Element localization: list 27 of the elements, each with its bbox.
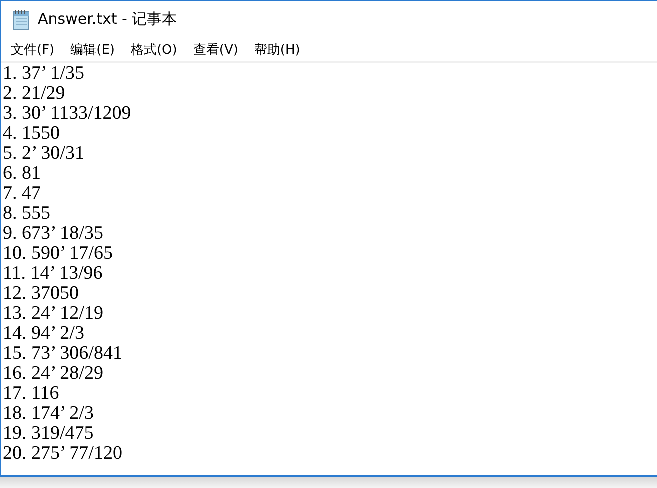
text-line: 9. 673’ 18/35 <box>3 224 104 244</box>
text-line: 12. 37050 <box>3 284 79 304</box>
text-line: 16. 24’ 28/29 <box>3 364 104 384</box>
notepad-icon <box>12 8 32 30</box>
text-line: 10. 590’ 17/65 <box>3 244 113 264</box>
menu-item[interactable]: 格式(O) <box>130 40 178 58</box>
text-line: 6. 81 <box>3 164 41 184</box>
text-line: 17. 116 <box>3 384 60 404</box>
text-line: 5. 2’ 30/31 <box>3 144 84 164</box>
text-line: 8. 555 <box>3 204 50 224</box>
text-line: 4. 1550 <box>3 124 60 144</box>
text-line: 7. 47 <box>3 184 41 204</box>
text-line: 13. 24’ 12/19 <box>3 304 104 324</box>
text-line: 14. 94’ 2/3 <box>3 324 84 344</box>
menu-item[interactable]: 文件(F) <box>10 40 56 58</box>
text-line: 3. 30’ 1133/1209 <box>3 104 132 124</box>
text-line: 20. 275’ 77/120 <box>3 444 122 464</box>
text-line: 19. 319/475 <box>3 424 94 444</box>
menu-item[interactable]: 查看(V) <box>192 40 240 58</box>
text-line: 2. 21/29 <box>3 84 66 104</box>
text-line: 1. 37’ 1/35 <box>3 64 84 84</box>
window-title: Answer.txt - 记事本 <box>38 10 178 29</box>
menu-item[interactable]: 编辑(E) <box>70 40 116 58</box>
text-line: 18. 174’ 2/3 <box>3 404 94 424</box>
menu-item[interactable]: 帮助(H) <box>253 40 302 58</box>
text-line: 11. 14’ 13/96 <box>3 264 103 284</box>
text-line: 15. 73’ 306/841 <box>3 344 122 364</box>
